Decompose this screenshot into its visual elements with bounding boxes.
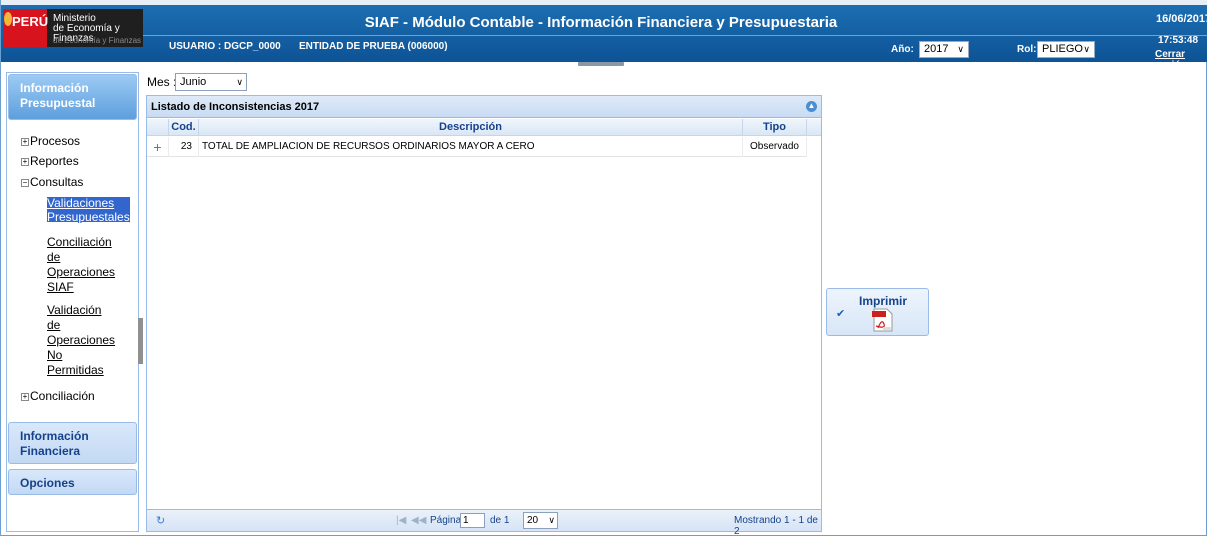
chevron-down-icon: ∨	[957, 44, 964, 54]
prev-page-icon[interactable]: ◀◀	[411, 515, 426, 526]
header-divider	[143, 35, 1207, 36]
cell-descripcion: TOTAL DE AMPLIACION DE RECURSOS ORDINARI…	[199, 137, 743, 157]
inconsistencies-grid: Listado de Inconsistencias 2017 ▲ Cod. D…	[146, 95, 822, 536]
first-page-icon[interactable]: |◀	[396, 515, 406, 526]
header-collapse-handle[interactable]	[578, 62, 624, 66]
tree-item-procesos[interactable]: + Procesos	[21, 134, 80, 148]
expand-icon: +	[21, 137, 29, 146]
print-label: Imprimir	[859, 294, 908, 308]
sidebar-section-informacion-financiera[interactable]: Información Financiera	[8, 422, 137, 464]
expand-icon: +	[21, 392, 29, 401]
grid-column-headers: Cod. Descripción Tipo	[147, 119, 821, 136]
peru-swirl-icon	[4, 12, 12, 26]
month-label: Mes :	[147, 75, 177, 89]
print-button[interactable]: ✔ Imprimir	[826, 288, 929, 336]
paging-summary: Mostrando 1 - 1 de 2	[734, 515, 818, 536]
entity-label: ENTIDAD DE PRUEBA (006000)	[299, 41, 448, 52]
collapse-icon: −	[21, 178, 29, 187]
ministry-logo: PERÚ Ministerio de Economía y Finanzas d…	[3, 9, 143, 47]
tree-leaf-validaciones-presupuestales[interactable]: Validaciones Presupuestales	[47, 197, 130, 223]
column-descripcion[interactable]: Descripción	[199, 119, 743, 136]
year-select[interactable]: 2017 ∨	[919, 41, 969, 58]
month-select[interactable]: Junio ∨	[175, 73, 247, 91]
grid-header: Listado de Inconsistencias 2017 ▲	[147, 96, 821, 118]
logout-link[interactable]: Cerrar sesión	[1155, 49, 1207, 71]
column-cod[interactable]: Cod.	[169, 119, 199, 136]
page-size-select[interactable]: 20 ∨	[523, 512, 558, 529]
year-label: Año:	[891, 44, 914, 55]
logo-subtext: de Economía y Finanzas	[53, 36, 142, 45]
sidebar: Información Presupuestal + Procesos + Repo…	[6, 72, 139, 532]
column-tipo[interactable]: Tipo	[743, 119, 807, 136]
page-number-input[interactable]: 1	[460, 513, 485, 528]
role-label: Rol:	[1017, 44, 1037, 55]
collapse-panel-icon[interactable]: ▲	[806, 101, 817, 112]
paging-toolbar: ↻ |◀ ◀◀ Página 1 de 1 20 ∨ Mostrando 1 -…	[147, 509, 821, 536]
page-label: Página	[430, 515, 462, 526]
app-window: PERÚ Ministerio de Economía y Finanzas d…	[0, 0, 1207, 536]
row-expand-icon[interactable]: +	[147, 137, 169, 157]
header: PERÚ Ministerio de Economía y Finanzas d…	[1, 0, 1207, 71]
expand-icon: +	[21, 157, 29, 166]
sidebar-section-opciones[interactable]: Opciones	[8, 469, 137, 495]
time-label: 17:53:48	[1158, 35, 1199, 46]
date-label: 16/06/2017	[1156, 13, 1207, 25]
chevron-down-icon: ∨	[1083, 44, 1090, 54]
logo-country: PERÚ	[12, 14, 49, 29]
cell-cod: 23	[169, 137, 199, 157]
app-title: SIAF - Módulo Contable - Información Fin…	[364, 14, 838, 31]
cell-tipo: Observado	[743, 137, 807, 157]
tree-item-conciliacion[interactable]: + Conciliación	[21, 389, 95, 403]
tree-leaf-validacion-operaciones-no-permitidas[interactable]: Validación de Operaciones No Permitidas	[47, 304, 115, 376]
table-row[interactable]: + 23 TOTAL DE AMPLIACION DE RECURSOS ORD…	[147, 137, 807, 157]
sidebar-section-informacion-presupuestal[interactable]: Información Presupuestal	[8, 74, 137, 120]
sidebar-splitter[interactable]	[138, 318, 143, 364]
user-label: USUARIO : DGCP_0000	[169, 41, 281, 52]
role-select[interactable]: PLIEGO ∨	[1037, 41, 1095, 58]
tree-leaf-conciliacion-operaciones-siaf[interactable]: Conciliación de Operaciones SIAF	[47, 236, 115, 293]
tree-item-consultas[interactable]: − Consultas	[21, 175, 83, 189]
refresh-icon[interactable]: ↻	[156, 514, 165, 527]
check-icon: ✔	[836, 308, 846, 320]
chevron-down-icon: ∨	[548, 515, 555, 525]
tree-item-reportes[interactable]: + Reportes	[21, 154, 79, 168]
chevron-down-icon: ∨	[236, 77, 243, 87]
column-expander	[147, 119, 169, 136]
pdf-icon	[872, 308, 893, 332]
page-of-label: de 1	[490, 515, 510, 526]
grid-title: Listado de Inconsistencias 2017	[151, 101, 320, 113]
